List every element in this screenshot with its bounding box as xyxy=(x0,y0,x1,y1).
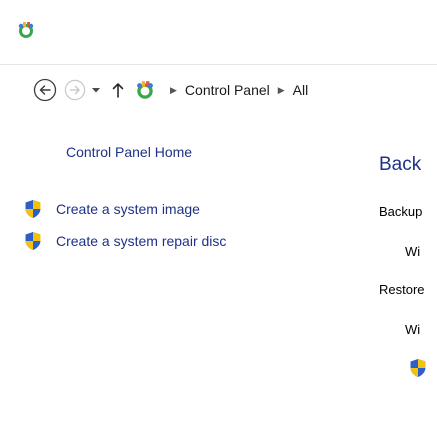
restore-section-text: Wi xyxy=(405,322,421,337)
recent-locations-button[interactable] xyxy=(88,79,104,101)
breadcrumb-all-items[interactable]: All xyxy=(293,82,309,98)
forward-button[interactable] xyxy=(62,77,88,103)
back-arrow-icon xyxy=(33,78,57,102)
control-panel-icon xyxy=(18,22,34,38)
forward-arrow-icon xyxy=(64,79,86,101)
control-panel-icon[interactable] xyxy=(134,79,156,101)
left-task-pane: Control Panel Home Create a system image… xyxy=(0,140,365,426)
backup-restore-window: ▶ Control Panel ▶ All Control Panel Home… xyxy=(0,0,437,426)
task-label: Create a system repair disc xyxy=(56,233,227,249)
backup-section-text: Wi xyxy=(405,244,421,259)
up-arrow-icon xyxy=(112,83,124,98)
back-button[interactable] xyxy=(32,77,58,103)
uac-shield-icon[interactable] xyxy=(409,358,427,378)
control-panel-home-link[interactable]: Control Panel Home xyxy=(66,144,192,160)
create-system-repair-disc-link[interactable]: Create a system repair disc xyxy=(24,230,226,252)
main-content-pane: Back Backup Wi Restore Wi xyxy=(379,140,437,426)
breadcrumb-separator-icon[interactable]: ▶ xyxy=(170,85,177,96)
task-label: Create a system image xyxy=(56,201,200,217)
uac-shield-icon xyxy=(25,200,41,218)
chevron-down-icon xyxy=(92,88,100,93)
create-system-image-link[interactable]: Create a system image xyxy=(24,198,200,220)
breadcrumb-control-panel[interactable]: Control Panel xyxy=(185,82,270,98)
address-bar-row: ▶ Control Panel ▶ All xyxy=(0,64,437,117)
breadcrumb-separator-icon[interactable]: ▶ xyxy=(278,85,285,96)
restore-section-label: Restore xyxy=(379,282,425,297)
page-title: Back xyxy=(379,154,422,175)
backup-section-label: Backup xyxy=(379,204,423,219)
up-button[interactable] xyxy=(110,79,126,101)
uac-shield-icon xyxy=(25,232,41,250)
breadcrumb: ▶ Control Panel ▶ All xyxy=(134,77,308,103)
title-bar xyxy=(0,0,437,64)
